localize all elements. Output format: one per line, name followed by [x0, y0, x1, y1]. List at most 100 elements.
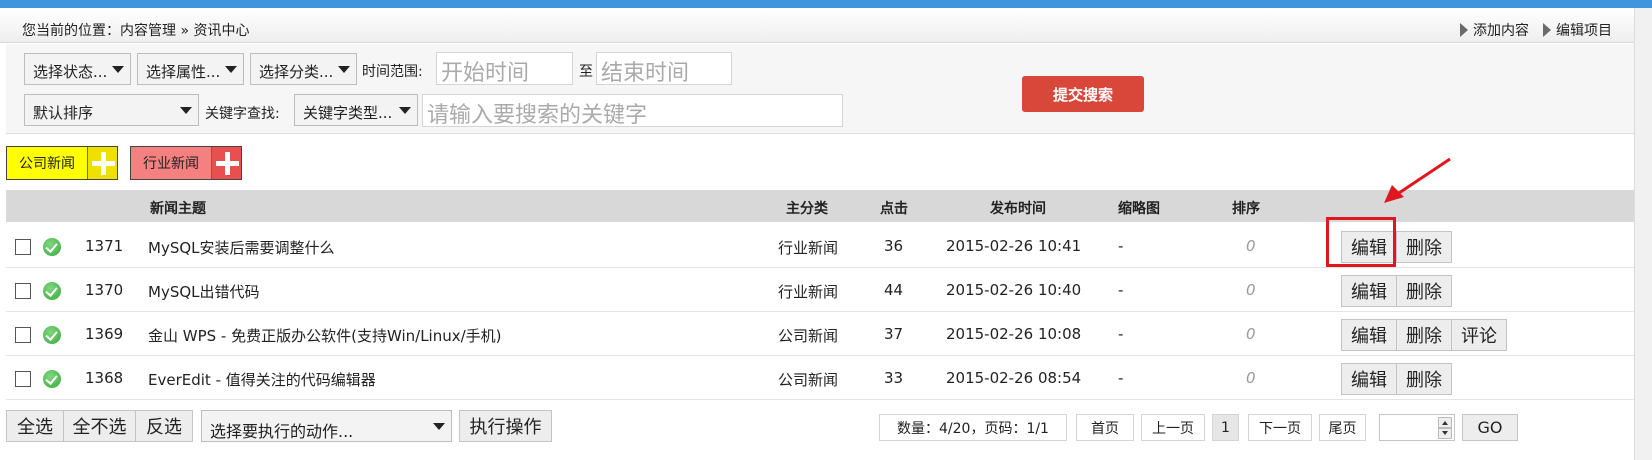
category-tag-label: 公司新闻	[19, 156, 75, 172]
edit-button[interactable]: 编辑	[1341, 275, 1397, 307]
plus-icon[interactable]	[87, 147, 117, 179]
table-footer: 全选 全不选 反选 选择要执行的动作... 执行操作 数量：4/20，页码：1/…	[6, 410, 1634, 450]
sort-select[interactable]: 默认排序	[24, 94, 199, 126]
header-thumbnail: 缩略图	[1118, 201, 1160, 217]
page-number-input[interactable]	[1379, 414, 1455, 441]
header-order: 排序	[1232, 201, 1260, 217]
chevron-down-icon	[433, 423, 445, 430]
last-page-button[interactable]: 尾页	[1319, 414, 1366, 441]
red-arrow-annotation	[1384, 157, 1451, 203]
row-title[interactable]: 金山 WPS - 免费正版办公软件(支持Win/Linux/手机)	[148, 325, 502, 346]
prev-page-button[interactable]: 上一页	[1141, 414, 1205, 441]
check-circle-icon	[43, 326, 61, 344]
row-id: 1368	[85, 369, 124, 387]
status-select[interactable]: 选择状态...	[24, 53, 131, 85]
page-header: 您当前的位置：内容管理 » 资讯中心 添加内容 编辑项目	[0, 8, 1634, 43]
invert-selection-button[interactable]: 反选	[135, 410, 193, 442]
row-checkbox[interactable]	[15, 371, 31, 387]
chevron-down-icon	[399, 107, 411, 114]
triangle-right-icon	[1543, 23, 1551, 37]
delete-button[interactable]: 删除	[1397, 319, 1452, 351]
row-clicks: 44	[884, 281, 904, 299]
submit-search-button[interactable]: 提交搜索	[1022, 76, 1144, 112]
row-clicks: 33	[884, 369, 904, 387]
keyword-input[interactable]: 请输入要搜索的关键字	[422, 94, 843, 127]
edit-button[interactable]: 编辑	[1341, 363, 1397, 395]
row-order: 0	[1246, 237, 1256, 255]
search-panel: 选择状态... 选择属性... 选择分类... 时间范围: 开始时间 至 结束时…	[6, 44, 1634, 134]
edit-button[interactable]: 编辑	[1341, 319, 1397, 351]
row-actions: 编辑 删除 评论	[1341, 319, 1507, 351]
window-top-bar	[0, 0, 1652, 8]
vertical-scrollbar[interactable]	[1634, 8, 1652, 460]
header-clicks: 点击	[880, 201, 908, 217]
row-title[interactable]: MySQL出错代码	[148, 281, 260, 302]
table-row: 1368 EverEdit - 值得关注的代码编辑器 公司新闻 33 2015-…	[6, 356, 1634, 400]
spin-up-icon[interactable]	[1438, 417, 1452, 428]
row-clicks: 36	[884, 237, 904, 255]
row-id: 1370	[85, 281, 124, 299]
row-thumbnail: -	[1118, 325, 1124, 343]
check-circle-icon	[43, 282, 61, 300]
row-date: 2015-02-26 10:41	[946, 237, 1082, 255]
category-tag-label: 行业新闻	[143, 156, 199, 172]
end-time-input[interactable]: 结束时间	[596, 52, 732, 85]
bulk-action-select[interactable]: 选择要执行的动作...	[201, 410, 452, 442]
row-actions: 编辑 删除	[1341, 363, 1452, 395]
edit-project-label: 编辑项目	[1556, 23, 1612, 39]
select-none-button[interactable]: 全不选	[63, 410, 136, 442]
delete-button[interactable]: 删除	[1397, 363, 1452, 395]
start-time-input[interactable]: 开始时间	[436, 52, 573, 85]
breadcrumb: 您当前的位置：内容管理 » 资讯中心	[22, 23, 250, 39]
row-thumbnail: -	[1118, 369, 1124, 387]
header-category: 主分类	[786, 201, 828, 217]
row-title[interactable]: EverEdit - 值得关注的代码编辑器	[148, 369, 376, 390]
row-id: 1371	[85, 237, 124, 255]
add-content-label: 添加内容	[1473, 23, 1529, 39]
row-order: 0	[1246, 325, 1256, 343]
add-content-link[interactable]: 添加内容	[1460, 20, 1529, 40]
category-tag-industry-news[interactable]: 行业新闻	[130, 146, 242, 180]
plus-icon[interactable]	[211, 147, 241, 179]
row-clicks: 37	[884, 325, 904, 343]
go-button[interactable]: GO	[1462, 414, 1518, 441]
row-checkbox[interactable]	[15, 327, 31, 343]
next-page-button[interactable]: 下一页	[1248, 414, 1312, 441]
row-category: 行业新闻	[778, 283, 839, 301]
row-order: 0	[1246, 369, 1256, 387]
check-circle-icon	[43, 370, 61, 388]
delete-button[interactable]: 删除	[1397, 275, 1452, 307]
status-select-value: 选择状态...	[33, 63, 108, 81]
time-range-label: 时间范围:	[362, 64, 423, 80]
row-title[interactable]: MySQL安装后需要调整什么	[148, 237, 335, 258]
category-select-value: 选择分类...	[259, 63, 334, 81]
row-category: 行业新闻	[778, 239, 839, 257]
execute-button[interactable]: 执行操作	[459, 410, 552, 442]
row-thumbnail: -	[1118, 281, 1124, 299]
select-all-button[interactable]: 全选	[6, 410, 64, 442]
attribute-select-value: 选择属性...	[146, 63, 221, 81]
current-page-button[interactable]: 1	[1212, 414, 1239, 441]
category-select[interactable]: 选择分类...	[250, 53, 357, 85]
header-title: 新闻主题	[150, 201, 206, 217]
keyword-type-select[interactable]: 关键字类型...	[294, 94, 418, 126]
check-circle-icon	[43, 238, 61, 256]
row-checkbox[interactable]	[15, 239, 31, 255]
header-links: 添加内容 编辑项目	[1460, 20, 1612, 40]
comment-button[interactable]: 评论	[1452, 319, 1507, 351]
row-order: 0	[1246, 281, 1256, 299]
header-date: 发布时间	[990, 201, 1046, 217]
row-category: 公司新闻	[778, 327, 839, 345]
to-label: 至	[579, 64, 593, 80]
delete-button[interactable]: 删除	[1397, 231, 1452, 263]
keyword-label: 关键字查找:	[205, 106, 280, 122]
spin-down-icon[interactable]	[1438, 428, 1452, 439]
category-tag-company-news[interactable]: 公司新闻	[6, 146, 118, 180]
triangle-right-icon	[1460, 23, 1468, 37]
bulk-action-select-value: 选择要执行的动作...	[210, 422, 354, 441]
edit-project-link[interactable]: 编辑项目	[1543, 20, 1612, 40]
chevron-down-icon	[338, 66, 350, 73]
row-checkbox[interactable]	[15, 283, 31, 299]
attribute-select[interactable]: 选择属性...	[137, 53, 244, 85]
first-page-button[interactable]: 首页	[1076, 414, 1134, 441]
